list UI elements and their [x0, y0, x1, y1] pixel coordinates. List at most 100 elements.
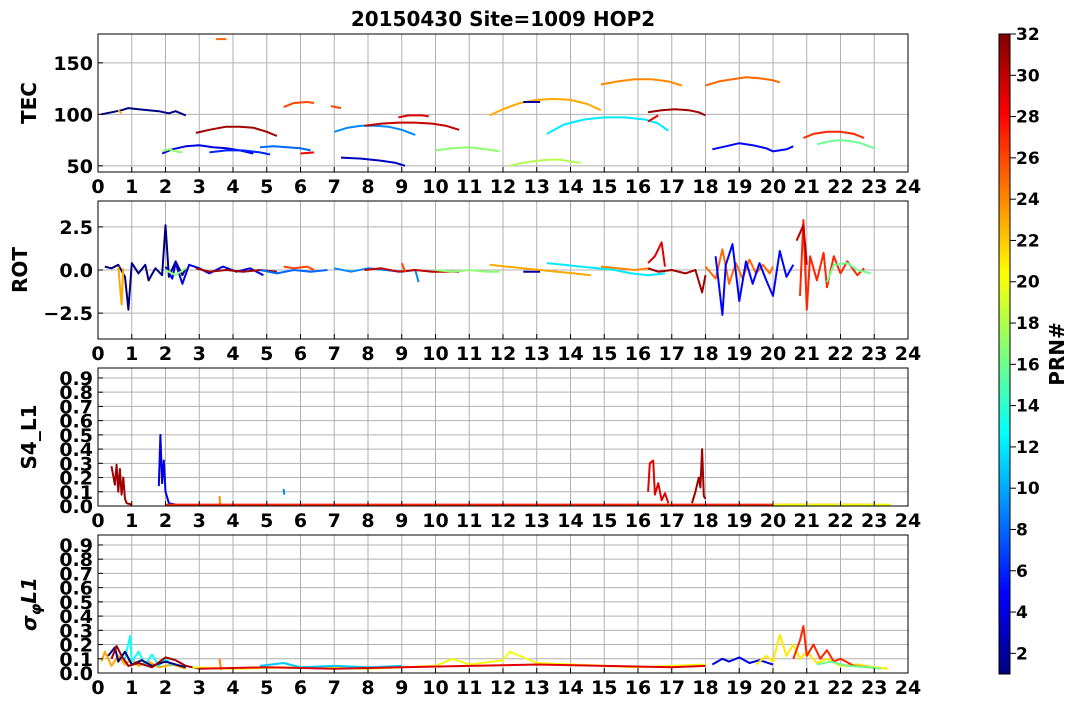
x-tick-label: 24	[895, 677, 921, 699]
x-tick-label: 8	[361, 343, 374, 365]
x-tick-label: 15	[591, 176, 617, 198]
sigma-symbol: σ	[17, 615, 41, 631]
x-tick-label: 7	[328, 510, 341, 532]
x-tick-label: 15	[591, 510, 617, 532]
x-tick-label: 15	[591, 677, 617, 699]
colorbar-tick-label: 4	[1016, 603, 1028, 623]
colorbar-tick-label: 6	[1016, 562, 1028, 582]
x-tick-label: 13	[524, 343, 550, 365]
x-tick-label: 10	[422, 176, 448, 198]
x-tick-label: 9	[395, 176, 408, 198]
figure-title: 20150430 Site=1009 HOP2	[351, 7, 655, 31]
x-tick-label: 22	[827, 343, 853, 365]
x-tick-label: 0	[91, 677, 104, 699]
x-tick-label: 17	[659, 677, 685, 699]
x-tick-label: 12	[490, 343, 516, 365]
figure: 20150430 Site=1009 HOP2 0 1 2 3 4 5 6 7 8 9 10 11 12…	[8, 7, 1069, 699]
x-tick-label: 5	[260, 510, 273, 532]
x-tick-label: 17	[659, 510, 685, 532]
colorbar-tick-label: 30	[1016, 66, 1040, 86]
x-tick-label: 2	[159, 343, 172, 365]
x-tick-label: 21	[794, 343, 820, 365]
x-tick-label: 18	[692, 176, 718, 198]
x-tick-label: 24	[895, 176, 921, 198]
x-tick-label: 9	[395, 677, 408, 699]
y-axis-label: ROT	[8, 247, 32, 293]
panel-s4: 0 1 2 3 4 5 6 7 8 9 10 11 12 13 14 15 16 17 18 19 20 21 22 23 24…	[17, 367, 921, 532]
x-tick-label: 19	[726, 677, 752, 699]
colorbar-tick-label: 16	[1016, 355, 1040, 375]
x-tick-label: 0	[91, 510, 104, 532]
panel-sigma: 0 1 2 3 4 5 6 7 8 9 10 11 12 13 14 15 16 17 18 19 20 21 22 23 24…	[17, 534, 921, 699]
x-tick-label: 3	[193, 176, 206, 198]
colorbar-bar	[998, 33, 1011, 675]
x-tick-label: 15	[591, 343, 617, 365]
y-axis-label: σφL1	[17, 577, 45, 631]
x-tick-label: 6	[294, 677, 307, 699]
x-tick-label: 23	[861, 677, 887, 699]
colorbar-tick-label: 2	[1016, 644, 1028, 664]
series-line-prn-9	[282, 488, 286, 495]
x-tick-label: 11	[456, 510, 482, 532]
x-tick-label: 21	[794, 176, 820, 198]
x-tick-label: 23	[861, 176, 887, 198]
panels: 0 1 2 3 4 5 6 7 8 9 10 11 12 13 14 15 16 17 18 19 20 21 22 23 24…	[8, 33, 921, 699]
colorbar-tick-label: 20	[1016, 273, 1040, 293]
x-tick-label: 2	[159, 677, 172, 699]
y-axis-label: S4_L1	[17, 405, 41, 470]
x-tick-label: 1	[125, 677, 138, 699]
x-tick-label: 6	[294, 176, 307, 198]
x-tick-label: 24	[895, 510, 921, 532]
x-tick-label: 16	[625, 343, 651, 365]
y-tick-label: 100	[53, 104, 93, 126]
x-tick-label: 16	[625, 677, 651, 699]
x-tick-label: 5	[260, 677, 273, 699]
x-tick-label: 14	[557, 510, 583, 532]
x-tick-label: 17	[659, 343, 685, 365]
x-tick-label: 1	[125, 510, 138, 532]
x-tick-label: 3	[193, 510, 206, 532]
x-tick-label: 8	[361, 176, 374, 198]
x-tick-label: 24	[895, 343, 921, 365]
x-tick-label: 20	[760, 677, 786, 699]
colorbar-tick-label: 8	[1016, 520, 1028, 540]
y-tick-label: 0.9	[59, 368, 93, 390]
y-tick-label: 150	[53, 53, 93, 75]
x-tick-label: 11	[456, 176, 482, 198]
x-tick-label: 20	[760, 510, 786, 532]
colorbar-tick-label: 14	[1016, 397, 1040, 417]
x-tick-label: 14	[557, 677, 583, 699]
colorbar-tick-label: 24	[1016, 190, 1040, 210]
x-tick-label: 7	[328, 343, 341, 365]
colorbar: PRN# 2468101214161820222426283032	[998, 25, 1069, 675]
y-tick-label: 0.9	[59, 535, 93, 557]
colorbar-label: PRN#	[1045, 322, 1069, 386]
y-tick-label: 0.0	[59, 260, 93, 282]
x-tick-label: 21	[794, 677, 820, 699]
x-tick-label: 6	[294, 343, 307, 365]
x-tick-label: 13	[524, 176, 550, 198]
x-tick-label: 3	[193, 343, 206, 365]
x-tick-label: 4	[226, 176, 239, 198]
x-tick-label: 4	[226, 510, 239, 532]
x-tick-label: 20	[760, 176, 786, 198]
panel-rot: 0 1 2 3 4 5 6 7 8 9 10 11 12 13 14 15 16 17 18 19 20 21 22 23 24…	[8, 200, 921, 365]
x-tick-label: 22	[827, 677, 853, 699]
x-tick-label: 9	[395, 343, 408, 365]
x-tick-label: 10	[422, 510, 448, 532]
x-tick-label: 11	[456, 677, 482, 699]
y-tick-label: 2.5	[59, 217, 93, 239]
colorbar-tick-label: 26	[1016, 149, 1040, 169]
panel-tec: 0 1 2 3 4 5 6 7 8 9 10 11 12 13 14 15 16 17 18 19 20 21 22 23 24…	[17, 33, 921, 198]
x-tick-label: 4	[226, 677, 239, 699]
x-tick-label: 22	[827, 510, 853, 532]
x-tick-label: 3	[193, 677, 206, 699]
x-tick-label: 14	[557, 343, 583, 365]
x-tick-label: 18	[692, 510, 718, 532]
x-tick-label: 23	[861, 510, 887, 532]
colorbar-tick-label: 10	[1016, 479, 1040, 499]
colorbar-tick-label: 22	[1016, 231, 1040, 251]
x-tick-label: 22	[827, 176, 853, 198]
colorbar-tick-label: 18	[1016, 314, 1040, 334]
series-line-prn-28	[300, 151, 315, 155]
